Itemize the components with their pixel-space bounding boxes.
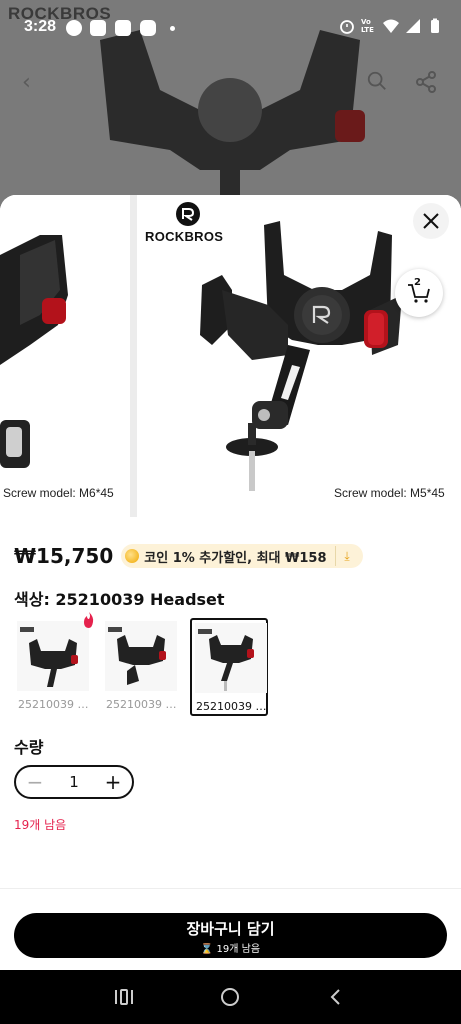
gallery-divider — [130, 195, 137, 517]
search-icon[interactable] — [366, 70, 388, 92]
screw-model-caption-previous: Screw model: M6*45 — [3, 486, 114, 500]
recent-apps-icon[interactable] — [113, 987, 135, 1007]
close-icon — [423, 213, 439, 229]
signal-icon — [406, 19, 420, 33]
quantity-label: 수량 — [14, 738, 44, 757]
increment-button[interactable]: + — [104, 772, 122, 792]
download-icon[interactable]: ⤓ — [334, 546, 359, 566]
gallery-slide-current[interactable]: ROCKBROS Screw model: M5*45 — [137, 195, 461, 517]
coin-discount-badge[interactable]: 코인 1% 추가할인, 최대 ₩158 ⤓ — [121, 544, 363, 568]
notification-dot-icon — [170, 26, 175, 31]
system-navigation-bar — [0, 970, 461, 1024]
quantity-stepper: − 1 + — [14, 765, 134, 799]
variant-thumbnail — [17, 621, 89, 691]
screw-model-caption-current: Screw model: M5*45 — [334, 486, 445, 500]
price-row: ₩15,750 코인 1% 추가할인, 최대 ₩158 ⤓ — [14, 544, 363, 568]
decrement-button[interactable]: − — [26, 772, 44, 792]
status-time: 3:28 — [24, 18, 57, 35]
quantity-value: 1 — [69, 773, 79, 791]
variant-name: 25210039 H... — [18, 698, 90, 711]
wifi-icon — [383, 19, 399, 33]
add-to-cart-stock-note: ⌛ 19개 남음 — [200, 944, 261, 955]
add-to-cart-label: 장바구니 담기 — [186, 920, 275, 938]
product-image-previous — [0, 235, 68, 468]
chat-bubble-icon — [66, 20, 82, 36]
variant-option[interactable]: 25210039 St... — [102, 618, 180, 716]
app-b-icon — [90, 20, 106, 36]
coin-icon — [125, 549, 140, 563]
coin-discount-text: 코인 1% 추가할인, 최대 ₩158 — [144, 550, 327, 566]
hot-fire-icon — [84, 612, 94, 628]
alarm-icon — [340, 20, 354, 34]
battery-icon — [431, 18, 439, 33]
gallery-slide-previous[interactable]: Screw model: M6*45 — [0, 195, 130, 517]
stock-remaining-text: 19개 남음 — [14, 818, 67, 832]
status-icons: Vo LTE — [339, 18, 443, 34]
home-icon[interactable] — [219, 987, 241, 1007]
divider — [0, 888, 461, 889]
close-button[interactable] — [413, 203, 449, 239]
app-square-icon — [115, 20, 131, 36]
network-label: Vo LTE — [361, 18, 374, 34]
product-image-current — [200, 221, 402, 491]
variant-thumbnail — [195, 623, 267, 693]
product-options-sheet: Screw model: M6*45 ROCKBROS Screw model:… — [0, 195, 461, 970]
back-icon[interactable] — [325, 987, 347, 1007]
cart-count-badge: 2 — [414, 277, 421, 288]
chevron-left-icon[interactable]: ‹ — [22, 70, 31, 95]
cart-button[interactable]: 2 — [395, 269, 443, 317]
color-option-label: 색상: 25210039 Headset — [14, 590, 225, 609]
color-variants: 25210039 H... 25210039 St... 25210039 H.… — [14, 612, 268, 716]
price-text: ₩15,750 — [14, 544, 114, 568]
app-n-icon — [140, 20, 156, 36]
status-bar: 3:28 Vo LTE — [0, 14, 461, 44]
add-to-cart-button[interactable]: 장바구니 담기 ⌛ 19개 남음 — [14, 913, 447, 958]
variant-option[interactable]: 25210039 H... — [14, 612, 94, 716]
share-icon[interactable] — [414, 70, 438, 94]
variant-name: 25210039 H... — [196, 700, 268, 713]
image-gallery[interactable]: Screw model: M6*45 ROCKBROS Screw model:… — [0, 195, 461, 517]
variant-option-selected[interactable]: 25210039 H... — [190, 618, 268, 716]
variant-thumbnail — [105, 621, 177, 691]
variant-name: 25210039 St... — [106, 698, 178, 711]
